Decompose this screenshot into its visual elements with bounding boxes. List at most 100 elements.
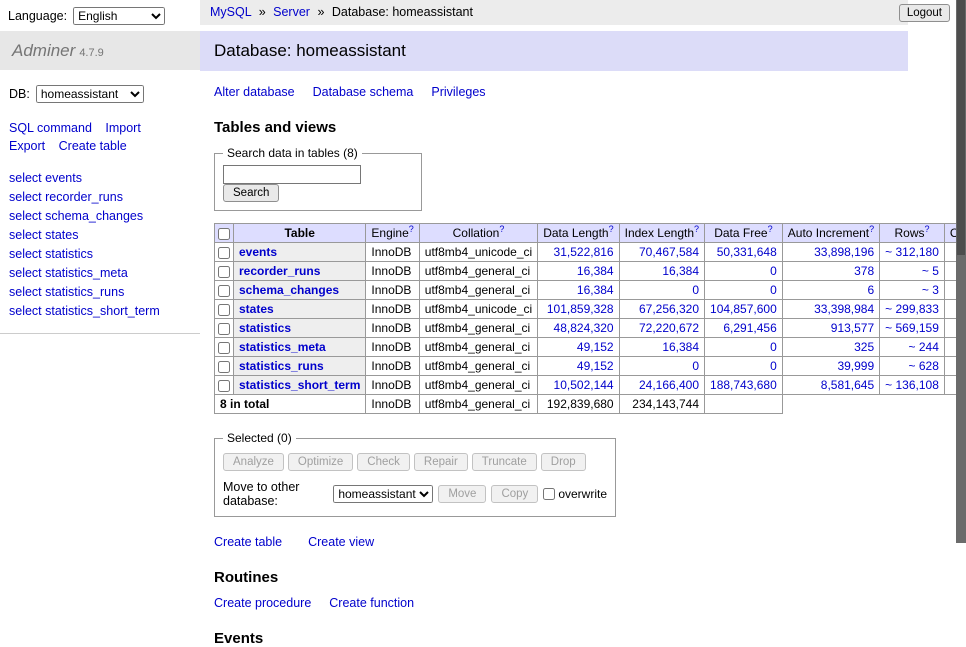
help-link[interactable]: ? bbox=[869, 224, 874, 234]
sidebar-link-select-schema-changes[interactable]: select schema_changes bbox=[9, 207, 191, 226]
data-length-link[interactable]: 48,824,320 bbox=[554, 321, 614, 335]
search-button[interactable]: Search bbox=[223, 184, 279, 202]
row-checkbox[interactable] bbox=[218, 285, 230, 297]
table-name-link[interactable]: statistics_runs bbox=[239, 359, 324, 373]
data-free-link[interactable]: 0 bbox=[770, 340, 777, 354]
data-free-link[interactable]: 104,857,600 bbox=[710, 302, 777, 316]
data-length-link[interactable]: 16,384 bbox=[577, 264, 614, 278]
engine-cell: InnoDB bbox=[366, 262, 419, 281]
row-checkbox[interactable] bbox=[218, 304, 230, 316]
table-name-link[interactable]: statistics_meta bbox=[239, 340, 326, 354]
row-checkbox[interactable] bbox=[218, 323, 230, 335]
table-name-link[interactable]: statistics_short_term bbox=[239, 378, 360, 392]
create-table-link[interactable]: Create table bbox=[214, 535, 282, 549]
index-length-link[interactable]: 70,467,584 bbox=[639, 245, 699, 259]
selected-action-truncate[interactable]: Truncate bbox=[472, 453, 537, 471]
table-name-link[interactable]: events bbox=[239, 245, 277, 259]
data-length-link[interactable]: 10,502,144 bbox=[554, 378, 614, 392]
sidebar-link-select-recorder-runs[interactable]: select recorder_runs bbox=[9, 188, 191, 207]
auto-increment-link[interactable]: 6 bbox=[867, 283, 874, 297]
data-length-link[interactable]: 31,522,816 bbox=[554, 245, 614, 259]
data-free-cell: 50,331,648 bbox=[705, 243, 783, 262]
overwrite-checkbox[interactable] bbox=[543, 488, 555, 500]
copy-button[interactable]: Copy bbox=[491, 485, 538, 503]
breadcrumb-mysql-link[interactable]: MySQL bbox=[210, 5, 251, 19]
data-free-link[interactable]: 188,743,680 bbox=[710, 378, 777, 392]
privileges-link[interactable]: Privileges bbox=[431, 85, 485, 99]
auto-increment-link[interactable]: 33,898,196 bbox=[814, 245, 874, 259]
data-free-link[interactable]: 6,291,456 bbox=[723, 321, 776, 335]
logout-button[interactable]: Logout bbox=[899, 4, 950, 22]
index-length-link[interactable]: 16,384 bbox=[662, 264, 699, 278]
data-length-link[interactable]: 49,152 bbox=[577, 359, 614, 373]
table-name-link[interactable]: recorder_runs bbox=[239, 264, 320, 278]
selected-action-analyze[interactable]: Analyze bbox=[223, 453, 284, 471]
table-name-link[interactable]: states bbox=[239, 302, 274, 316]
data-length-link[interactable]: 49,152 bbox=[577, 340, 614, 354]
selected-action-repair[interactable]: Repair bbox=[414, 453, 468, 471]
create-function-link[interactable]: Create function bbox=[329, 596, 414, 610]
auto-increment-link[interactable]: 378 bbox=[854, 264, 874, 278]
create-procedure-link[interactable]: Create procedure bbox=[214, 596, 311, 610]
row-checkbox[interactable] bbox=[218, 247, 230, 259]
data-length-link[interactable]: 101,859,328 bbox=[547, 302, 614, 316]
db-select[interactable]: homeassistant bbox=[36, 85, 144, 103]
export-link[interactable]: Export bbox=[9, 139, 45, 153]
search-input[interactable] bbox=[223, 165, 361, 184]
selected-action-optimize[interactable]: Optimize bbox=[288, 453, 353, 471]
sidebar-link-select-statistics[interactable]: select statistics bbox=[9, 245, 191, 264]
sidebar-link-select-statistics-short-term[interactable]: select statistics_short_term bbox=[9, 302, 191, 321]
breadcrumb-current: Database: homeassistant bbox=[332, 5, 473, 19]
selected-action-check[interactable]: Check bbox=[357, 453, 410, 471]
sidebar-link-select-statistics-meta[interactable]: select statistics_meta bbox=[9, 264, 191, 283]
help-link[interactable]: ? bbox=[499, 224, 504, 234]
row-checkbox-cell bbox=[215, 262, 234, 281]
sidebar-link-select-statistics-runs[interactable]: select statistics_runs bbox=[9, 283, 191, 302]
data-free-link[interactable]: 50,331,648 bbox=[717, 245, 777, 259]
row-checkbox[interactable] bbox=[218, 342, 230, 354]
index-length-link[interactable]: 0 bbox=[692, 283, 699, 297]
scrollbar-thumb[interactable] bbox=[957, 0, 965, 255]
import-link[interactable]: Import bbox=[105, 121, 140, 135]
data-free-link[interactable]: 0 bbox=[770, 264, 777, 278]
sidebar-link-select-events[interactable]: select events bbox=[9, 169, 191, 188]
move-button[interactable]: Move bbox=[438, 485, 486, 503]
breadcrumb-server-link[interactable]: Server bbox=[273, 5, 310, 19]
help-link[interactable]: ? bbox=[409, 224, 414, 234]
index-length-link[interactable]: 67,256,320 bbox=[639, 302, 699, 316]
help-icon: ? bbox=[694, 224, 699, 234]
alter-database-link[interactable]: Alter database bbox=[214, 85, 295, 99]
row-checkbox[interactable] bbox=[218, 266, 230, 278]
data-free-link[interactable]: 0 bbox=[770, 359, 777, 373]
index-length-link[interactable]: 0 bbox=[692, 359, 699, 373]
help-link[interactable]: ? bbox=[768, 224, 773, 234]
auto-increment-link[interactable]: 39,999 bbox=[837, 359, 874, 373]
auto-increment-link[interactable]: 33,398,984 bbox=[814, 302, 874, 316]
row-checkbox[interactable] bbox=[218, 361, 230, 373]
selected-action-drop[interactable]: Drop bbox=[541, 453, 586, 471]
auto-increment-link[interactable]: 913,577 bbox=[831, 321, 874, 335]
select-all-checkbox[interactable] bbox=[218, 228, 230, 240]
move-db-select[interactable]: homeassistant bbox=[333, 485, 433, 503]
index-length-link[interactable]: 72,220,672 bbox=[639, 321, 699, 335]
create-table-link-sidebar[interactable]: Create table bbox=[59, 139, 127, 153]
table-name-link[interactable]: schema_changes bbox=[239, 283, 339, 297]
data-length-cell: 31,522,816 bbox=[538, 243, 619, 262]
help-link[interactable]: ? bbox=[609, 224, 614, 234]
row-checkbox[interactable] bbox=[218, 380, 230, 392]
data-length-link[interactable]: 16,384 bbox=[577, 283, 614, 297]
create-view-link[interactable]: Create view bbox=[308, 535, 374, 549]
index-length-link[interactable]: 16,384 bbox=[662, 340, 699, 354]
db-nav-links: Alter database Database schema Privilege… bbox=[214, 85, 908, 99]
index-length-link[interactable]: 24,166,400 bbox=[639, 378, 699, 392]
vertical-scrollbar[interactable] bbox=[956, 0, 966, 543]
table-name-link[interactable]: statistics bbox=[239, 321, 291, 335]
auto-increment-link[interactable]: 325 bbox=[854, 340, 874, 354]
sidebar-link-select-states[interactable]: select states bbox=[9, 226, 191, 245]
data-free-link[interactable]: 0 bbox=[770, 283, 777, 297]
database-schema-link[interactable]: Database schema bbox=[313, 85, 414, 99]
language-select[interactable]: English bbox=[73, 7, 165, 25]
help-link[interactable]: ? bbox=[694, 224, 699, 234]
auto-increment-link[interactable]: 8,581,645 bbox=[821, 378, 874, 392]
sql-command-link[interactable]: SQL command bbox=[9, 121, 92, 135]
